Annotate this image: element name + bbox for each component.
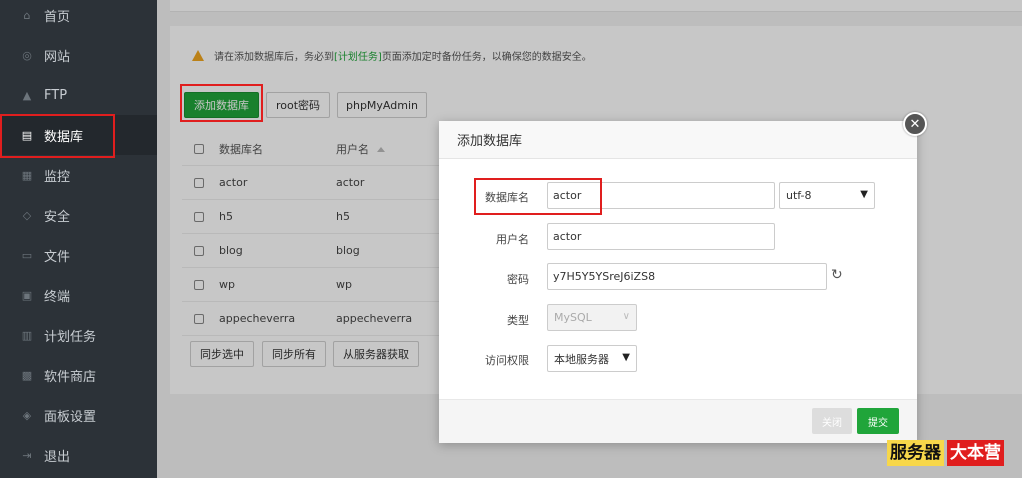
dialog-title: 添加数据库 bbox=[439, 121, 917, 159]
password-label: 密码 bbox=[507, 273, 529, 286]
sidebar: ⌂ 首页 ◎ 网站 ▲ FTP ▤ 数据库 ▦ 监控 ◇ 安全 ▭ 文件 ▣ 终… bbox=[0, 0, 157, 478]
sidebar-item-label: 首页 bbox=[44, 9, 71, 25]
ftp-icon: ▲ bbox=[22, 88, 32, 102]
sidebar-item-ftp[interactable]: ▲ FTP bbox=[0, 75, 157, 115]
apps-icon: ▩ bbox=[21, 368, 33, 382]
db-type-value: MySQL bbox=[554, 311, 592, 324]
sidebar-item-home[interactable]: ⌂ 首页 bbox=[0, 0, 157, 35]
sidebar-item-settings[interactable]: ◈ 面板设置 bbox=[0, 395, 157, 435]
sidebar-item-label: 软件商店 bbox=[44, 369, 97, 385]
terminal-icon: ▣ bbox=[21, 288, 33, 302]
close-button[interactable]: 关闭 bbox=[812, 408, 852, 434]
type-label: 类型 bbox=[507, 314, 529, 327]
sidebar-item-label: FTP bbox=[44, 87, 68, 103]
folder-icon: ▭ bbox=[21, 248, 33, 262]
sidebar-item-app-store[interactable]: ▩ 软件商店 bbox=[0, 355, 157, 395]
access-value: 本地服务器 bbox=[554, 352, 609, 366]
sidebar-item-security[interactable]: ◇ 安全 bbox=[0, 195, 157, 235]
sidebar-item-label: 监控 bbox=[44, 169, 71, 185]
db-name-input[interactable]: actor bbox=[547, 182, 775, 209]
shield-icon: ◇ bbox=[22, 208, 32, 222]
sidebar-item-label: 网站 bbox=[44, 49, 71, 65]
sidebar-item-label: 退出 bbox=[44, 449, 71, 465]
home-icon: ⌂ bbox=[23, 8, 31, 22]
password-input[interactable]: y7H5Y5YSreJ6iZS8 bbox=[547, 263, 827, 290]
access-select[interactable]: 本地服务器 ▼ bbox=[547, 345, 637, 372]
chevron-down-icon: ▼ bbox=[860, 189, 868, 200]
sidebar-item-label: 数据库 bbox=[44, 129, 84, 145]
username-input[interactable]: actor bbox=[547, 223, 775, 250]
dialog-footer: 关闭 提交 bbox=[439, 399, 917, 443]
submit-button[interactable]: 提交 bbox=[857, 408, 899, 434]
database-icon: ▤ bbox=[21, 128, 33, 142]
sidebar-item-terminal[interactable]: ▣ 终端 bbox=[0, 275, 157, 315]
username-label: 用户名 bbox=[496, 233, 529, 246]
calendar-icon: ▥ bbox=[21, 328, 33, 342]
access-label: 访问权限 bbox=[485, 354, 529, 367]
sidebar-item-label: 面板设置 bbox=[44, 409, 97, 425]
watermark-part-1: 服务器 bbox=[887, 440, 944, 466]
sidebar-item-monitor[interactable]: ▦ 监控 bbox=[0, 155, 157, 195]
gear-icon: ◈ bbox=[22, 408, 32, 422]
watermark-part-2: 大本营 bbox=[947, 440, 1004, 466]
refresh-password-icon[interactable]: ↻ bbox=[831, 267, 843, 283]
charset-value: utf-8 bbox=[786, 189, 812, 202]
monitor-icon: ▦ bbox=[21, 168, 33, 182]
db-name-label: 数据库名 bbox=[485, 191, 529, 204]
sidebar-item-cron[interactable]: ▥ 计划任务 bbox=[0, 315, 157, 355]
sidebar-item-label: 文件 bbox=[44, 249, 71, 265]
sidebar-item-files[interactable]: ▭ 文件 bbox=[0, 235, 157, 275]
sidebar-item-logout[interactable]: ⇥ 退出 bbox=[0, 435, 157, 475]
db-type-select: MySQL ∨ bbox=[547, 304, 637, 331]
globe-icon: ◎ bbox=[22, 48, 32, 62]
watermark-logo: 服务器 大本营 bbox=[887, 440, 1004, 466]
close-icon[interactable]: ✕ bbox=[903, 112, 927, 136]
chevron-down-icon: ▼ bbox=[622, 352, 630, 363]
logout-icon: ⇥ bbox=[22, 448, 32, 462]
sidebar-item-label: 安全 bbox=[44, 209, 71, 225]
chevron-down-icon: ∨ bbox=[622, 311, 630, 322]
charset-select[interactable]: utf-8 ▼ bbox=[779, 182, 875, 209]
sidebar-item-website[interactable]: ◎ 网站 bbox=[0, 35, 157, 75]
sidebar-item-label: 计划任务 bbox=[44, 329, 97, 345]
sidebar-item-database[interactable]: ▤ 数据库 bbox=[0, 115, 157, 155]
sidebar-item-label: 终端 bbox=[44, 289, 71, 305]
add-database-dialog: 添加数据库 数据库名 actor utf-8 ▼ 用户名 actor 密码 y7… bbox=[439, 121, 917, 443]
